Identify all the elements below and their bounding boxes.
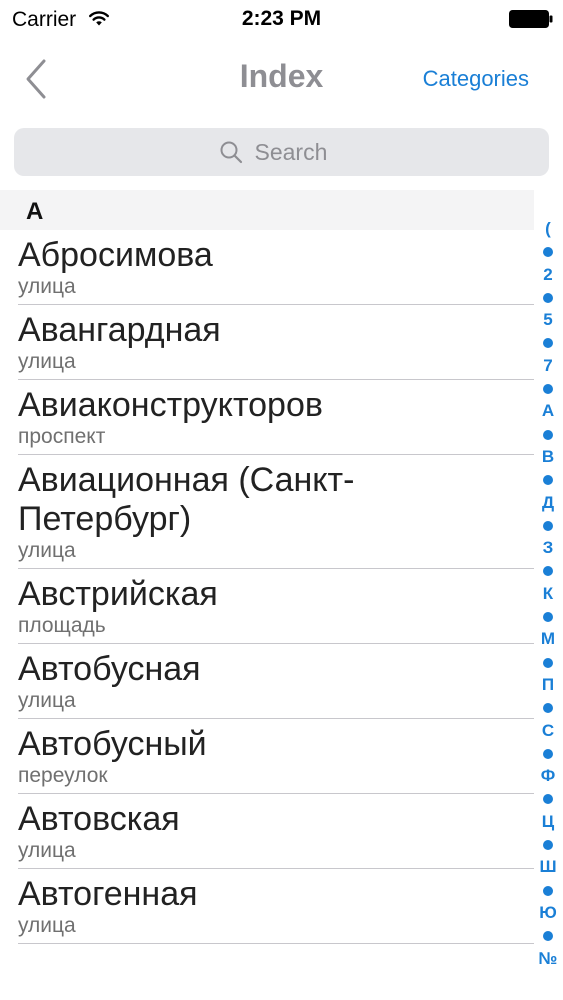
item-title: Автобусный (18, 725, 207, 763)
index-dot[interactable] (543, 697, 553, 720)
index-dot[interactable] (543, 834, 553, 857)
item-subtitle: проспект (18, 425, 106, 448)
item-subtitle: улица (18, 275, 76, 298)
item-subtitle: площадь (18, 614, 106, 637)
index-letter[interactable]: 2 (543, 264, 552, 287)
street-list: Абросимова улица Авангардная улица Авиак… (0, 230, 534, 944)
item-title: Австрийская (18, 575, 218, 613)
index-letter[interactable]: № (539, 948, 558, 971)
screen: Carrier 2:23 PM Index Categories А (0, 0, 563, 1000)
search-input[interactable] (254, 138, 345, 166)
list-item[interactable]: Автовская улица (0, 794, 534, 869)
item-title: Автовская (18, 800, 180, 838)
item-subtitle: улица (18, 839, 76, 862)
index-dot[interactable] (543, 378, 553, 401)
item-subtitle: улица (18, 539, 76, 562)
item-title: Авиационная (Санкт-Петербург) (18, 461, 355, 538)
battery-icon (509, 10, 553, 28)
item-subtitle: улица (18, 689, 76, 712)
section-index-bar[interactable]: (2 5 7 А В Д З К М П С Ф Ц Ш Ю № (533, 218, 563, 970)
index-letter[interactable]: З (543, 537, 554, 560)
list-item[interactable]: Авиаконструкторов проспект (0, 380, 534, 455)
index-letter[interactable]: В (542, 446, 554, 469)
index-letter[interactable]: Ш (539, 856, 556, 879)
index-dot[interactable] (543, 606, 553, 629)
index-letter[interactable]: П (542, 674, 554, 697)
item-title: Автогенная (18, 875, 198, 913)
item-title: Автобусная (18, 650, 201, 688)
index-dot[interactable] (543, 788, 553, 811)
index-letter[interactable]: Ф (541, 765, 556, 788)
index-dot[interactable] (543, 423, 553, 446)
index-letter[interactable]: Д (542, 492, 554, 515)
section-header: А (0, 190, 534, 230)
index-dot[interactable] (543, 332, 553, 355)
index-dot[interactable] (543, 286, 553, 309)
index-dot[interactable] (543, 560, 553, 583)
index-letter[interactable]: Ц (542, 811, 554, 834)
list-item[interactable]: Автобусная улица (0, 644, 534, 719)
index-dot[interactable] (543, 469, 553, 492)
navigation-bar: Index Categories (0, 38, 563, 120)
status-time: 2:23 PM (241, 7, 322, 30)
index-letter[interactable]: М (541, 628, 555, 651)
index-dot[interactable] (543, 514, 553, 537)
index-letter[interactable]: 7 (543, 355, 552, 378)
item-subtitle: переулок (18, 764, 108, 787)
index-letter[interactable]: К (543, 583, 553, 606)
status-bar: Carrier 2:23 PM (0, 0, 563, 38)
list-item[interactable]: Австрийская площадь (0, 569, 534, 644)
item-subtitle: улица (18, 350, 76, 373)
index-dot[interactable] (543, 742, 553, 765)
index-letter[interactable]: Ю (539, 902, 557, 925)
item-title: Авангардная (18, 311, 221, 349)
search-icon (220, 141, 242, 164)
index-dot[interactable] (543, 925, 553, 948)
search-bar[interactable] (14, 128, 549, 176)
index-letter[interactable]: 5 (543, 309, 552, 332)
index-dot[interactable] (543, 241, 553, 264)
index-letter[interactable]: ( (545, 218, 551, 241)
list-item[interactable]: Авангардная улица (0, 305, 534, 380)
list-item[interactable]: Автобусный переулок (0, 719, 534, 794)
item-subtitle: улица (18, 914, 76, 937)
list-item[interactable]: Абросимова улица (0, 230, 534, 305)
categories-button[interactable]: Categories (423, 66, 529, 92)
index-dot[interactable] (543, 651, 553, 674)
item-title: Авиаконструкторов (18, 386, 323, 424)
item-title: Абросимова (18, 236, 213, 274)
index-letter[interactable]: А (542, 400, 554, 423)
list-item[interactable]: Автогенная улица (0, 869, 534, 944)
index-letter[interactable]: С (542, 720, 554, 743)
list-item[interactable]: Авиационная (Санкт-Петербург) улица (0, 455, 534, 569)
index-dot[interactable] (543, 879, 553, 902)
section-header-label: А (26, 198, 44, 225)
